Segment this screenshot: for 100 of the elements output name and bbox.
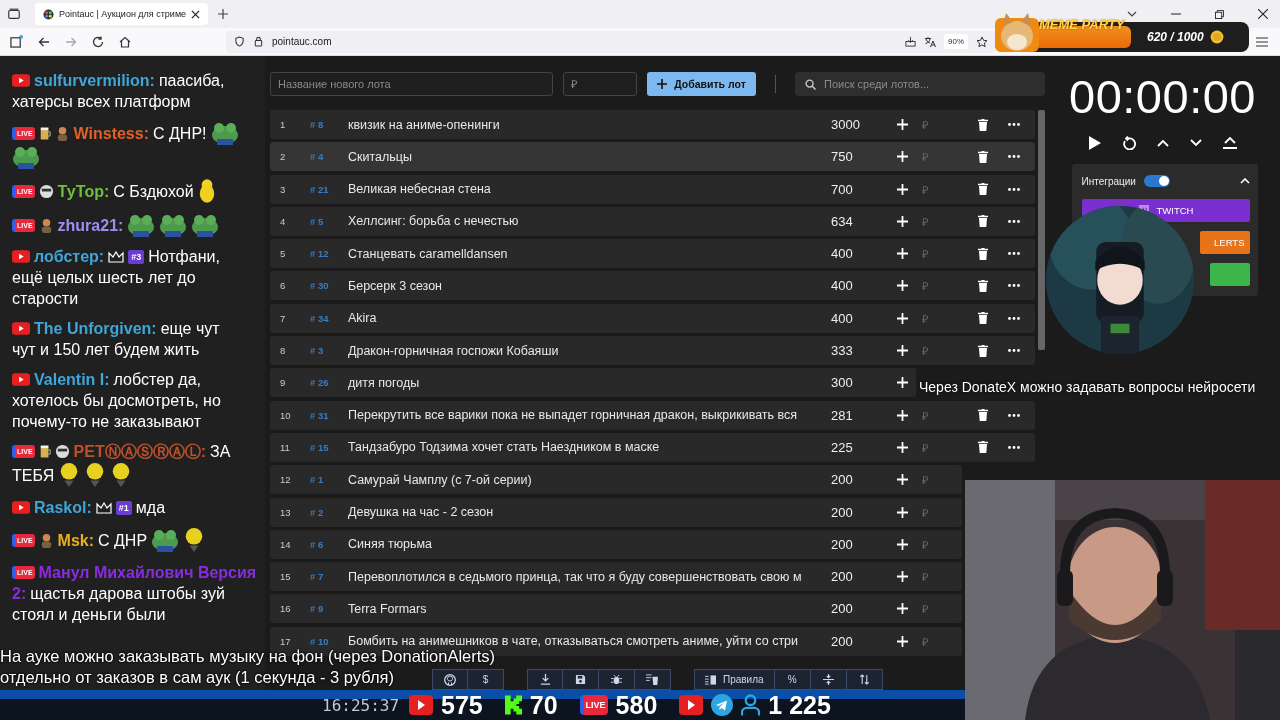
lot-row[interactable]: 15 # 7 Перевоплотился в седьмого принца, так что я буду совершенствовать свою м 200 ₽ xyxy=(270,562,962,592)
plus-icon[interactable] xyxy=(897,377,908,389)
star-icon[interactable] xyxy=(976,35,988,48)
plus-icon[interactable] xyxy=(897,635,908,647)
search-field[interactable]: Поиск среди лотов... xyxy=(795,72,1045,96)
lot-row[interactable]: 5 # 12 Станцевать caramelldansen 400 ₽ xyxy=(270,239,1035,269)
close-icon[interactable] xyxy=(191,9,201,19)
lot-row[interactable]: 2 # 4 Скитальцы 750 ₽ xyxy=(270,142,1035,172)
scrollbar[interactable] xyxy=(1038,110,1045,350)
toolbar-button[interactable]: % xyxy=(774,669,811,690)
close-icon[interactable] xyxy=(1258,9,1268,19)
trash-icon[interactable] xyxy=(978,118,988,131)
trash-icon[interactable] xyxy=(978,312,988,325)
lot-row[interactable]: 10 # 31 Перекрутить все варики пока не выпадет горничная дракон, выкрикивать вся 281 ₽ xyxy=(270,400,1035,430)
plus-icon[interactable] xyxy=(897,215,908,227)
more-icon[interactable] xyxy=(1008,316,1020,320)
more-icon[interactable] xyxy=(1008,219,1020,223)
more-icon[interactable] xyxy=(1008,155,1020,159)
download-icon[interactable] xyxy=(905,36,916,47)
plus-icon[interactable] xyxy=(897,538,908,550)
zoom-level[interactable]: 90% xyxy=(944,34,968,49)
plus-icon[interactable] xyxy=(897,474,908,486)
play-icon[interactable] xyxy=(1088,136,1101,150)
lot-row[interactable]: 9 # 26 дитя погоды 300 xyxy=(270,368,916,398)
reload-icon[interactable] xyxy=(92,35,104,48)
toolbar-button[interactable] xyxy=(599,669,635,690)
more-icon[interactable] xyxy=(1008,252,1020,256)
reset-icon[interactable] xyxy=(1121,136,1136,150)
lot-row[interactable]: 8 # 3 Дракон-горничная госпожи Кобаяши 333 ₽ xyxy=(270,336,1035,366)
restore-icon[interactable] xyxy=(1215,9,1224,19)
trash-icon[interactable] xyxy=(978,247,988,260)
toolbar-button[interactable]: Правила xyxy=(694,669,775,690)
more-icon[interactable] xyxy=(1008,349,1020,353)
integrations-toggle[interactable] xyxy=(1143,175,1170,187)
toolbar-button[interactable] xyxy=(810,669,847,690)
lot-row[interactable]: 12 # 1 Самурай Чамплу (с 7-ой серии) 200 ₽ xyxy=(270,465,962,495)
trash-icon[interactable] xyxy=(978,150,988,163)
toolbar-button[interactable] xyxy=(635,669,671,690)
toolbar-button[interactable]: $ xyxy=(468,669,504,690)
lot-row[interactable]: 14 # 6 Синяя тюрьма 200 ₽ xyxy=(270,529,962,559)
translate-icon[interactable] xyxy=(924,35,936,48)
lot-row[interactable]: 13 # 2 Девушка на час - 2 сезон 200 ₽ xyxy=(270,497,962,527)
lot-amount: 400 xyxy=(831,278,854,294)
lot-row[interactable]: 3 # 21 Великая небесная стена 700 ₽ xyxy=(270,174,1035,204)
chevron-up-icon[interactable] xyxy=(1156,139,1169,147)
more-icon[interactable] xyxy=(1008,445,1020,449)
plus-icon[interactable] xyxy=(897,151,908,163)
sort-icon xyxy=(858,674,870,685)
trash-icon[interactable] xyxy=(978,183,988,196)
amount-field[interactable]: ₽ xyxy=(563,72,637,96)
more-icon[interactable] xyxy=(1008,123,1020,126)
lot-row[interactable]: 1 # 8 квизик на аниме-опенинги 3000 ₽ xyxy=(270,110,1035,139)
toolbar-button[interactable] xyxy=(563,669,599,690)
plus-icon[interactable] xyxy=(897,409,908,421)
plus-icon[interactable] xyxy=(897,441,908,453)
lot-amount: 750 xyxy=(831,149,854,165)
address-bar[interactable]: pointauc.com 90% xyxy=(226,30,996,53)
stat-value: 70 xyxy=(529,690,558,720)
toolbar-button[interactable] xyxy=(432,669,468,690)
row-number: 17 xyxy=(280,635,292,647)
lot-row[interactable]: 16 # 9 Terra Formars 200 ₽ xyxy=(270,594,962,624)
plus-icon[interactable] xyxy=(897,506,908,518)
plus-icon[interactable] xyxy=(897,571,908,583)
toolbar-button[interactable] xyxy=(527,669,563,690)
plus-icon[interactable] xyxy=(897,248,908,260)
lot-row[interactable]: 4 # 5 Хеллсинг: борьба с нечестью 634 ₽ xyxy=(270,206,1035,236)
trash-icon[interactable] xyxy=(978,215,988,228)
browser-tab[interactable]: Pointauc | Аукцион для стриме xyxy=(35,3,209,25)
home-icon[interactable] xyxy=(119,35,131,48)
more-icon[interactable] xyxy=(1008,284,1020,288)
menu-icon[interactable] xyxy=(1256,36,1268,47)
eject-icon[interactable] xyxy=(1222,137,1237,149)
plus-icon[interactable] xyxy=(897,183,908,195)
trash-icon[interactable] xyxy=(978,441,988,454)
toolbar-button[interactable] xyxy=(846,669,883,690)
lot-name-field[interactable]: Название нового лота xyxy=(270,72,553,96)
lot-row[interactable]: 7 # 34 Akira 400 ₽ xyxy=(270,303,1035,333)
trash-icon[interactable] xyxy=(978,409,988,422)
plus-icon[interactable] xyxy=(897,345,908,357)
tabs-icon[interactable] xyxy=(7,7,21,21)
collapse-icon[interactable] xyxy=(1239,178,1250,184)
lot-amount: 200 xyxy=(831,601,854,617)
plus-icon[interactable] xyxy=(897,280,908,292)
lot-row[interactable]: 6 # 30 Берсерк 3 сезон 400 ₽ xyxy=(270,271,1035,301)
more-icon[interactable] xyxy=(1008,187,1020,191)
sidebar-icon[interactable] xyxy=(10,35,23,48)
plus-icon[interactable] xyxy=(897,312,908,324)
lot-amount: 200 xyxy=(831,569,854,585)
plus-icon[interactable] xyxy=(897,603,908,615)
add-lot-button[interactable]: Добавить лот xyxy=(647,72,756,96)
more-icon[interactable] xyxy=(1008,413,1020,417)
new-tab-icon[interactable] xyxy=(218,9,229,19)
trash-icon[interactable] xyxy=(978,280,988,292)
plus-icon[interactable] xyxy=(897,119,908,130)
chevron-down-icon[interactable] xyxy=(1127,11,1137,17)
integration-button[interactable] xyxy=(1209,263,1250,286)
trash-icon[interactable] xyxy=(978,344,988,357)
back-icon[interactable] xyxy=(38,35,50,48)
lot-row[interactable]: 11 # 15 Тандзабуро Тодзима хочет стать Наездником в маске 225 ₽ xyxy=(270,432,1035,462)
message-text: Нотфани, xyxy=(148,247,220,267)
